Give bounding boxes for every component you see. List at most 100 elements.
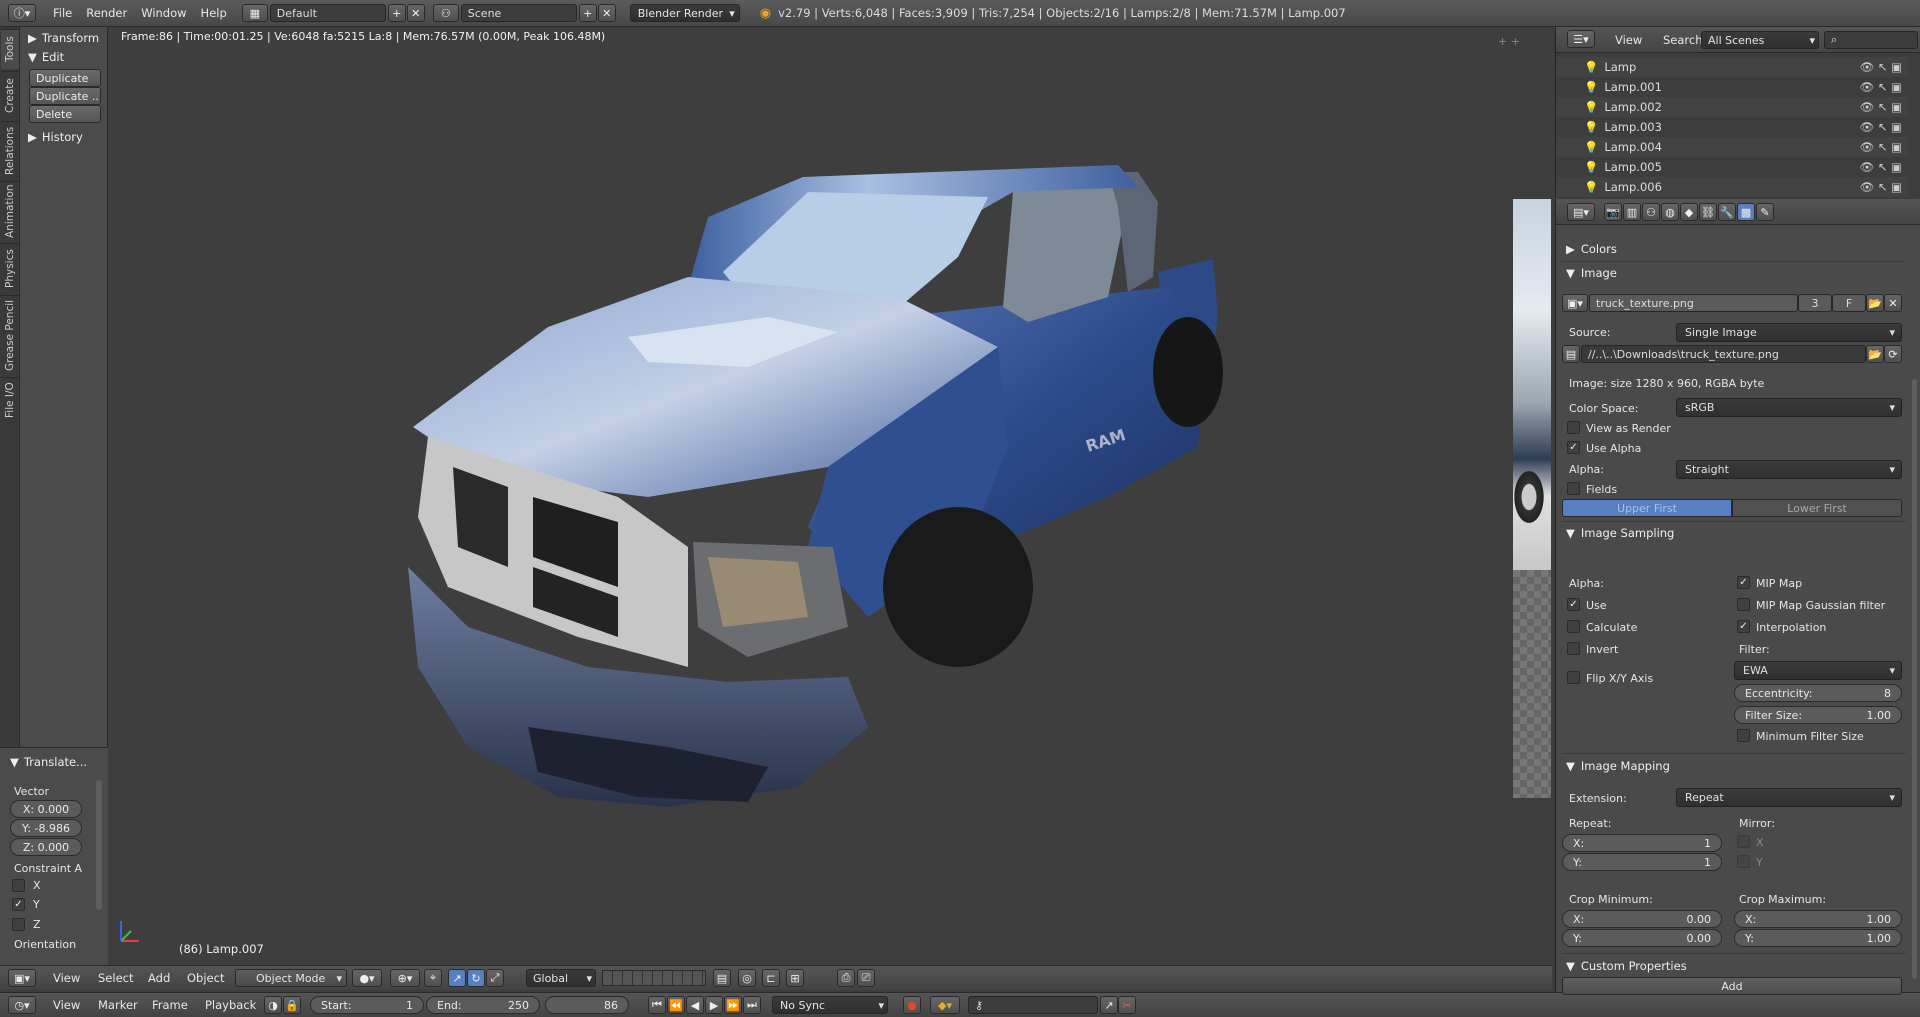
upper-first-button[interactable]: Upper First [1562, 499, 1732, 517]
visibility-icons[interactable]: 👁 ↖ ▣ [1860, 160, 1902, 174]
display-mode-select[interactable]: All Scenes ▾ [1701, 31, 1819, 49]
mirror-x-checkbox[interactable] [1737, 835, 1750, 848]
menu-window[interactable]: Window [134, 6, 193, 20]
viewport-shading-icon[interactable]: ●▾ [352, 969, 382, 987]
preview-range-icon[interactable]: ◑ [264, 996, 282, 1014]
eccentricity-field[interactable]: Eccentricity: 8 [1734, 684, 1902, 702]
translate-manipulator-icon[interactable]: ↗ [448, 969, 466, 987]
truck-model[interactable]: RAM [108, 27, 1508, 827]
flip-xy-checkbox[interactable] [1567, 671, 1580, 684]
visibility-icons[interactable]: 👁 ↖ ▣ [1860, 60, 1902, 74]
interpolation-checkbox[interactable]: ✓ [1737, 620, 1750, 633]
use-checkbox[interactable]: ✓ [1567, 598, 1580, 611]
outliner-search-input[interactable]: ⌕ [1824, 31, 1918, 49]
scene-icon[interactable]: ⚇ [432, 4, 459, 22]
min-filter-size-checkbox[interactable] [1737, 729, 1750, 742]
visibility-icons[interactable]: 👁 ↖ ▣ [1860, 100, 1902, 114]
duplicate-linked-button[interactable]: Duplicate ... [29, 87, 101, 105]
crop-max-x-field[interactable]: X: 1.00 [1734, 910, 1902, 928]
filepath-field[interactable]: //..\..\Downloads\truck_texture.png [1581, 345, 1866, 363]
fake-user-button[interactable]: F [1832, 294, 1866, 312]
proportional-edit-icon[interactable]: ◎ [738, 969, 756, 987]
view-as-render-checkbox[interactable] [1567, 421, 1580, 434]
duplicate-button[interactable]: Duplicate [29, 69, 101, 87]
render-preview-icon[interactable]: ⎙ [837, 969, 855, 987]
remove-layout-icon[interactable]: ✕ [406, 4, 425, 22]
layout-field[interactable]: Default [269, 4, 386, 22]
filter-size-field[interactable]: Filter Size: 1.00 [1734, 706, 1902, 724]
constraint-y-checkbox[interactable]: ✓ [12, 898, 25, 911]
constraint-x-checkbox[interactable] [12, 879, 25, 892]
record-icon[interactable]: ● [903, 996, 921, 1014]
lock-icon[interactable]: 🔒 [283, 996, 301, 1014]
outliner-row[interactable]: 💡 Lamp 👁 ↖ ▣ [1556, 57, 1908, 77]
menu-view[interactable]: View [46, 971, 87, 985]
remove-scene-icon[interactable]: ✕ [597, 4, 616, 22]
keying-set-field[interactable]: ⚷ [968, 996, 1098, 1014]
source-select[interactable]: Single Image [1676, 323, 1902, 342]
timeline-editor-icon[interactable]: ◷▾ [8, 996, 36, 1014]
keying-set-icon[interactable]: ◆▾ [930, 996, 960, 1014]
crop-max-y-field[interactable]: Y: 1.00 [1734, 929, 1902, 947]
add-property-button[interactable]: Add [1562, 977, 1902, 995]
menu-add[interactable]: Add [141, 971, 177, 985]
extension-select[interactable]: Repeat [1676, 788, 1902, 807]
play-icon[interactable]: ▶ [705, 996, 723, 1014]
add-layout-icon[interactable]: + [387, 4, 406, 22]
transform-panel-header[interactable]: ▶ Transform [20, 28, 99, 48]
colors-section[interactable] [1560, 199, 1906, 219]
pivot-point-icon[interactable]: ⊕▾ [390, 969, 420, 987]
open-image-icon[interactable]: 📂 [1866, 294, 1884, 312]
lock-layers-icon[interactable]: ▤ [713, 969, 731, 987]
color-space-select[interactable]: sRGB [1676, 398, 1902, 417]
render-engine-select[interactable]: Blender Render ▾ [629, 4, 740, 22]
vector-z-field[interactable]: Z: 0.000 [10, 838, 82, 856]
image-panel-header[interactable]: ▼ Image [1560, 263, 1906, 283]
timeline-menu-marker[interactable]: Marker [91, 998, 145, 1012]
vector-y-field[interactable]: Y: -8.986 [10, 819, 82, 837]
mirror-y-checkbox[interactable] [1737, 855, 1750, 868]
jump-keyframe-forward-icon[interactable]: ⏩ [724, 996, 742, 1014]
play-reverse-icon[interactable]: ◀ [686, 996, 704, 1014]
current-frame-field[interactable]: 86 [545, 996, 629, 1014]
menu-object[interactable]: Object [180, 971, 231, 985]
custom-properties-panel-header[interactable]: ▼ Custom Properties [1560, 956, 1906, 976]
image-browse-icon[interactable]: ▣▾ [1562, 294, 1588, 312]
manipulator-toggle-icon[interactable]: ⌖ [424, 969, 442, 987]
rotate-manipulator-icon[interactable]: ↻ [467, 969, 485, 987]
menu-select[interactable]: Select [91, 971, 140, 985]
delete-keyframe-icon[interactable]: ✂ [1118, 996, 1136, 1014]
image-name-field[interactable]: truck_texture.png [1589, 294, 1798, 312]
scale-manipulator-icon[interactable]: ⤢ [486, 969, 504, 987]
editor-type-icon[interactable]: ▣▾ [8, 969, 36, 987]
properties-scrollbar[interactable] [1912, 379, 1917, 979]
info-editor-icon[interactable]: ⓘ▾ [8, 4, 36, 22]
jump-keyframe-back-icon[interactable]: ⏪ [667, 996, 685, 1014]
scene-field[interactable]: Scene [460, 4, 577, 22]
image-mapping-panel-header[interactable]: ▼ Image Mapping [1560, 756, 1906, 776]
outliner-row[interactable]: 💡 Lamp.006 👁 ↖ ▣ [1556, 177, 1908, 197]
mip-map-checkbox[interactable]: ✓ [1737, 576, 1750, 589]
snap-icon[interactable]: ⊏ [762, 969, 780, 987]
repeat-x-field[interactable]: X: 1 [1562, 834, 1722, 852]
menu-render[interactable]: Render [79, 6, 134, 20]
constraint-z-checkbox[interactable] [12, 918, 25, 931]
calculate-checkbox[interactable] [1567, 620, 1580, 633]
add-scene-icon[interactable]: + [578, 4, 597, 22]
tab-grease-pencil[interactable]: Grease Pencil [1, 295, 19, 375]
3d-viewport[interactable]: Frame:86 | Time:00:01.25 | Ve:6048 fa:52… [108, 27, 1551, 968]
sync-mode-select[interactable]: No Sync ▾ [772, 996, 888, 1014]
layout-icon[interactable]: ▦ [241, 4, 268, 22]
outliner-row[interactable]: 💡 Lamp.002 👁 ↖ ▣ [1556, 97, 1908, 117]
lower-first-button[interactable]: Lower First [1732, 499, 1902, 517]
edit-panel-header[interactable]: ▼ Edit [20, 47, 64, 67]
vector-x-field[interactable]: X: 0.000 [10, 800, 82, 818]
layer-buttons[interactable] [602, 970, 706, 986]
visibility-icons[interactable]: 👁 ↖ ▣ [1860, 180, 1902, 194]
visibility-icons[interactable]: 👁 ↖ ▣ [1860, 120, 1902, 134]
tab-physics[interactable]: Physics [1, 243, 19, 293]
menu-file[interactable]: File [46, 6, 79, 20]
insert-keyframe-icon[interactable]: ↗ [1100, 996, 1118, 1014]
outliner-row[interactable]: 💡 Lamp.005 👁 ↖ ▣ [1556, 157, 1908, 177]
browse-file-icon[interactable]: 📂 [1866, 345, 1884, 363]
